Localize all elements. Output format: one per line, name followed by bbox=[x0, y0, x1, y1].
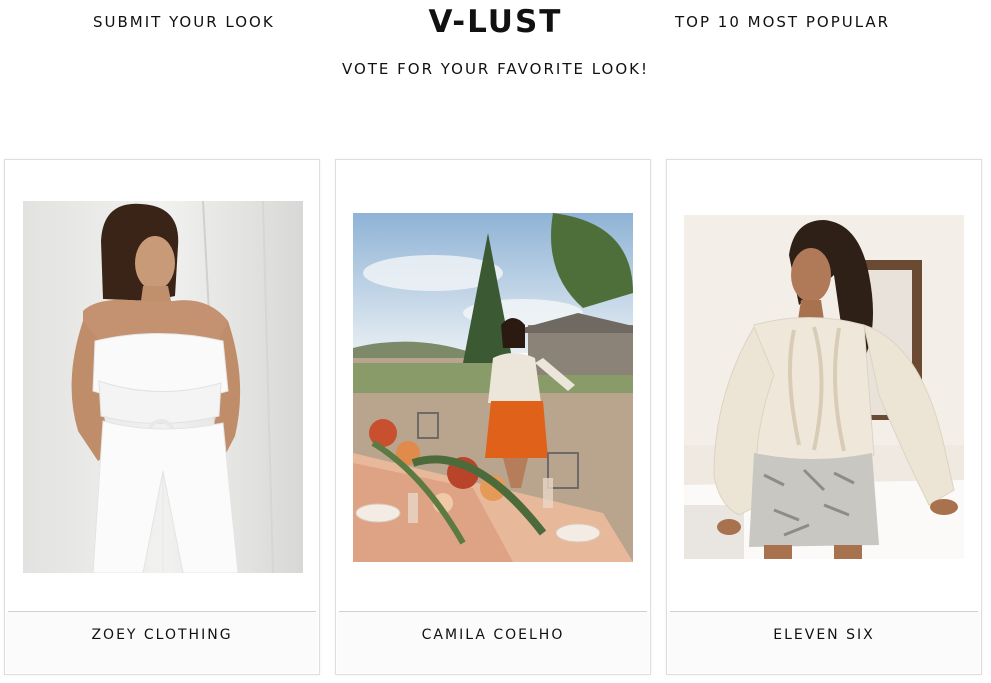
photo-zoey-clothing-image bbox=[23, 201, 303, 573]
card-label[interactable]: CAMILA COELHO bbox=[336, 627, 650, 643]
card-label[interactable]: ELEVEN SIX bbox=[667, 627, 981, 643]
look-card-camila-coelho[interactable]: CAMILA COELHO bbox=[335, 159, 651, 675]
nav-top-10-most-popular[interactable]: TOP 10 MOST POPULAR bbox=[675, 13, 890, 31]
look-photo[interactable] bbox=[684, 215, 964, 559]
card-label[interactable]: ZOEY CLOTHING bbox=[5, 627, 319, 643]
site-logo-text[interactable]: V-LUST bbox=[429, 4, 563, 40]
look-card-eleven-six[interactable]: ELEVEN SIX bbox=[666, 159, 982, 675]
page-subtitle: VOTE FOR YOUR FAVORITE LOOK! bbox=[341, 60, 650, 78]
photo-eleven-six-image bbox=[684, 215, 964, 559]
photo-camila-coelho-image bbox=[353, 213, 633, 562]
look-card-zoey-clothing[interactable]: ZOEY CLOTHING bbox=[4, 159, 320, 675]
look-photo[interactable] bbox=[353, 213, 633, 562]
look-photo[interactable] bbox=[23, 201, 303, 573]
